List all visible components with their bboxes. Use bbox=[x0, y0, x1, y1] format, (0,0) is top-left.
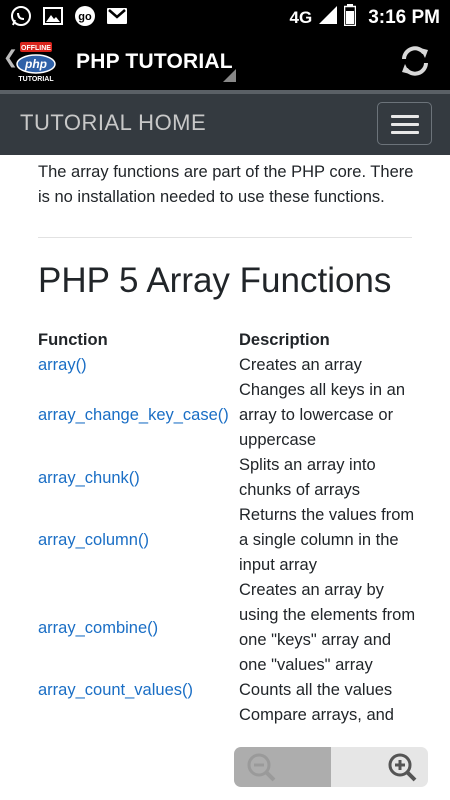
hamburger-menu-icon[interactable] bbox=[377, 102, 432, 145]
intro-text: The array functions are part of the PHP … bbox=[38, 163, 414, 206]
logo-text: php bbox=[24, 57, 47, 71]
signal-icon bbox=[318, 5, 338, 30]
whatsapp-icon bbox=[10, 5, 32, 27]
battery-icon bbox=[343, 4, 357, 31]
gmail-icon bbox=[106, 5, 128, 27]
zoom-out-button[interactable] bbox=[234, 747, 331, 787]
table-row: array_change_key_case() Changes all keys… bbox=[38, 378, 418, 453]
notification-icons: go bbox=[10, 5, 128, 27]
function-description: Changes all keys in an array to lowercas… bbox=[239, 381, 406, 449]
function-link[interactable]: array_change_key_case() bbox=[38, 406, 229, 424]
divider bbox=[38, 237, 412, 238]
table-row: array_combine() Creates an array by usin… bbox=[38, 578, 418, 678]
zoom-in-icon bbox=[388, 753, 417, 782]
table-row: array_chunk() Splits an array into chunk… bbox=[38, 453, 418, 503]
function-description: Returns the values from a single column … bbox=[239, 506, 415, 574]
function-description: Compare arrays, and bbox=[239, 706, 394, 724]
network-type: 4G bbox=[289, 7, 313, 27]
function-link[interactable]: array_combine() bbox=[38, 619, 158, 637]
function-link[interactable]: array_chunk() bbox=[38, 469, 140, 487]
svg-text:go: go bbox=[78, 11, 92, 23]
table-row: Compare arrays, and bbox=[38, 703, 418, 728]
status-bar: go 4G 3:16 PM bbox=[0, 0, 450, 33]
function-description: Creates an array bbox=[239, 356, 362, 374]
logo-badge: OFFLINE bbox=[21, 45, 51, 52]
table-row: array_column() Returns the values from a… bbox=[38, 503, 418, 578]
header-function: Function bbox=[38, 331, 108, 349]
function-link[interactable]: array_count_values() bbox=[38, 681, 193, 699]
go-icon: go bbox=[74, 5, 96, 27]
zoom-controls bbox=[234, 747, 428, 787]
clock: 3:16 PM bbox=[368, 6, 440, 28]
page-heading: PHP 5 Array Functions bbox=[38, 261, 392, 300]
functions-table: Function Description array() Creates an … bbox=[38, 328, 418, 728]
refresh-icon[interactable] bbox=[398, 44, 432, 78]
nav-bar: TUTORIAL HOME bbox=[0, 90, 450, 155]
function-description: Creates an array by using the elements f… bbox=[239, 581, 416, 674]
gallery-icon bbox=[42, 5, 64, 27]
zoom-out-icon bbox=[247, 753, 276, 782]
header-description: Description bbox=[239, 331, 330, 349]
table-row: array_count_values() Counts all the valu… bbox=[38, 678, 418, 703]
app-logo[interactable]: OFFLINE php TUTORIAL bbox=[14, 41, 58, 83]
nav-title[interactable]: TUTORIAL HOME bbox=[20, 110, 206, 136]
app-title[interactable]: PHP TUTORIAL bbox=[76, 50, 233, 74]
function-link[interactable]: array() bbox=[38, 356, 87, 374]
function-description: Splits an array into chunks of arrays bbox=[239, 456, 376, 499]
table-header: Function Description bbox=[38, 328, 418, 353]
table-row: array() Creates an array bbox=[38, 353, 418, 378]
function-link[interactable]: array_column() bbox=[38, 531, 149, 549]
spinner-indicator-icon[interactable] bbox=[223, 69, 236, 82]
zoom-in-button[interactable] bbox=[331, 747, 428, 787]
logo-sub: TUTORIAL bbox=[18, 76, 54, 83]
page-content: The array functions are part of the PHP … bbox=[38, 155, 418, 728]
function-description: Counts all the values bbox=[239, 681, 393, 699]
